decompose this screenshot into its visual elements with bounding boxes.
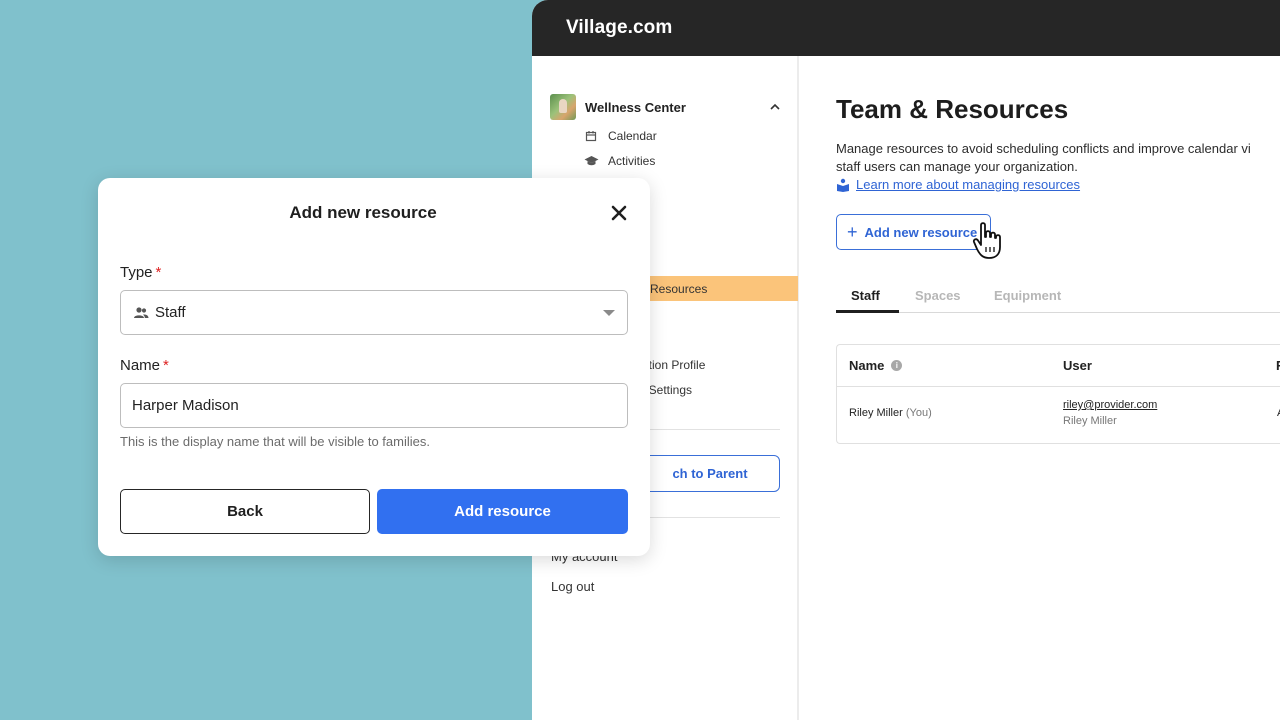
- plus-icon: +: [847, 222, 858, 242]
- sidebar-item-calendar[interactable]: Calendar: [532, 123, 798, 148]
- resources-table: Name i User R Riley Miller (You) riley@p…: [836, 344, 1280, 444]
- name-input[interactable]: [120, 383, 628, 428]
- tab-spaces[interactable]: Spaces: [915, 288, 961, 303]
- org-avatar: [550, 94, 576, 120]
- name-hint: This is the display name that will be vi…: [120, 434, 430, 449]
- add-resource-button[interactable]: Add resource: [377, 489, 628, 534]
- page-description: Manage resources to avoid scheduling con…: [836, 140, 1280, 176]
- sidebar-item-label: ation Profile: [642, 357, 706, 372]
- graduation-cap-icon: [583, 153, 599, 169]
- sidebar-item-label: Activities: [608, 153, 656, 168]
- active-tab-indicator: [836, 310, 899, 313]
- book-reader-icon: [837, 178, 849, 192]
- calendar-icon: [583, 128, 599, 144]
- name-label-text: Name: [120, 357, 161, 374]
- column-header-user[interactable]: User: [1063, 358, 1092, 373]
- tab-staff[interactable]: Staff: [851, 288, 880, 303]
- caret-down-icon: [603, 310, 615, 316]
- learn-more-link[interactable]: Learn more about managing resources: [836, 177, 1080, 192]
- modal-title: Add new resource: [289, 203, 437, 222]
- add-new-resource-button[interactable]: + Add new resource: [836, 214, 991, 250]
- close-icon[interactable]: [609, 203, 629, 223]
- back-button[interactable]: Back: [120, 489, 370, 534]
- table-header-row: Name i User R: [837, 345, 1280, 387]
- add-resource-modal: Add new resource Type* Staff Name* This …: [98, 178, 650, 556]
- add-new-resource-label: Add new resource: [864, 224, 978, 240]
- hand-pointer-cursor-icon: [972, 222, 1001, 259]
- type-select-value: Staff: [155, 304, 186, 321]
- column-header-role[interactable]: R: [1276, 358, 1280, 373]
- column-header-name-label: Name: [849, 358, 885, 373]
- log-out-link[interactable]: Log out: [551, 579, 594, 594]
- type-select[interactable]: Staff: [120, 290, 628, 335]
- learn-more-label: Learn more about managing resources: [856, 177, 1081, 192]
- tab-equipment[interactable]: Equipment: [994, 288, 1061, 303]
- row-name-text: Riley Miller: [849, 407, 903, 419]
- required-asterisk: *: [155, 264, 162, 281]
- required-asterisk: *: [163, 357, 169, 374]
- sidebar-item-label: Resources: [650, 281, 708, 296]
- switch-to-parent-label: ch to Parent: [672, 466, 748, 481]
- row-user-email[interactable]: riley@provider.com: [1063, 399, 1157, 411]
- org-switcher[interactable]: Wellness Center: [550, 94, 782, 120]
- name-label: Name *: [120, 357, 169, 374]
- description-line: Manage resources to avoid scheduling con…: [836, 141, 1251, 156]
- people-icon: [134, 307, 149, 318]
- brand-logo[interactable]: Village.com: [566, 17, 672, 39]
- type-label: Type *: [120, 264, 161, 281]
- column-header-name[interactable]: Name i: [849, 358, 903, 373]
- type-label-text: Type: [120, 264, 153, 281]
- description-line: staff users can manage your organization…: [836, 159, 1078, 174]
- top-bar: Village.com: [532, 0, 1280, 56]
- row-you-tag: (You): [905, 407, 932, 419]
- sidebar-item-label: Calendar: [608, 128, 657, 143]
- row-user-name: Riley Miller: [1063, 415, 1117, 427]
- chevron-up-icon[interactable]: [768, 100, 782, 114]
- page-title: Team & Resources: [836, 94, 1069, 124]
- main-content: Team & Resources Manage resources to avo…: [836, 56, 1280, 720]
- row-name: Riley Miller (You): [849, 407, 932, 419]
- org-name: Wellness Center: [585, 99, 686, 115]
- info-icon[interactable]: i: [891, 360, 903, 371]
- resource-tabs: Staff Spaces Equipment: [836, 282, 1280, 313]
- sidebar-item-activities[interactable]: Activities: [532, 148, 798, 173]
